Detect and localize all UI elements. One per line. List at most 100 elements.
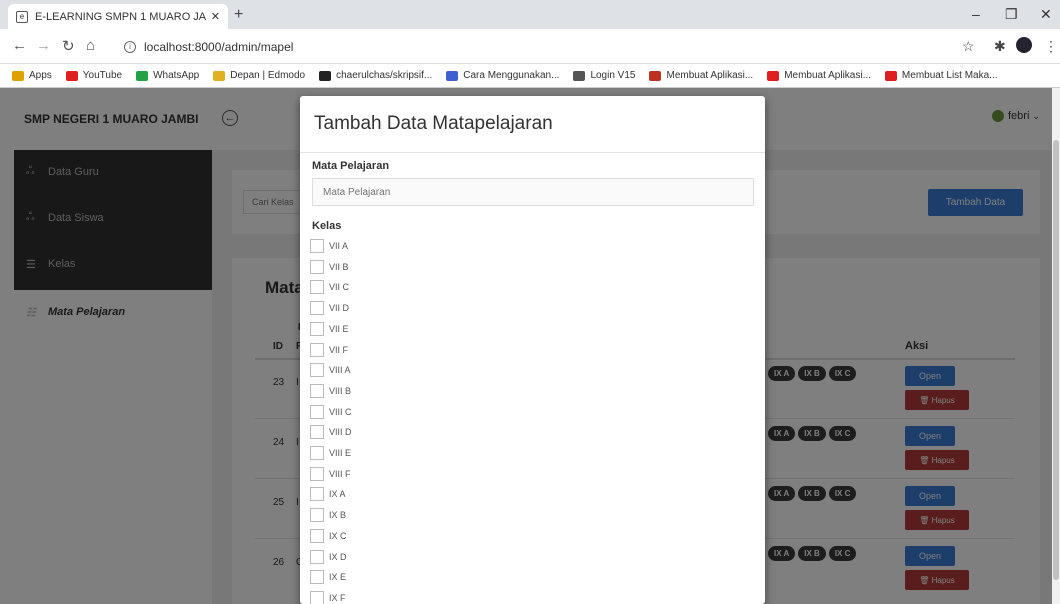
kelas-option-label: IX C (329, 530, 347, 541)
checkbox-box[interactable] (310, 280, 324, 295)
kelas-checkbox[interactable]: IX D (310, 549, 347, 565)
bookmark-label: Membuat List Maka... (901, 70, 998, 81)
tab-title: E-LEARNING SMPN 1 MUARO JA (35, 10, 207, 23)
bookmark-icon (65, 70, 78, 81)
checkbox-box[interactable] (310, 301, 324, 316)
bookmark-icon (213, 70, 226, 81)
kelas-option-label: VII E (329, 323, 349, 334)
bookmark-label: WhatsApp (153, 70, 200, 81)
add-subject-modal: Tambah Data Matapelajaran Mata Pelajaran… (300, 96, 765, 604)
kelas-checkbox[interactable]: VIII B (310, 383, 351, 399)
checkbox-box[interactable] (310, 342, 324, 357)
kelas-checkbox[interactable]: IX E (310, 569, 346, 585)
home-icon[interactable]: ⌂ (86, 37, 95, 54)
checkbox-box[interactable] (310, 570, 324, 585)
close-window-icon[interactable]: ✕ (1040, 6, 1052, 23)
kelas-checkbox[interactable]: VIII D (310, 424, 352, 440)
scrollbar-thumb[interactable] (1053, 140, 1059, 580)
checkbox-box[interactable] (310, 383, 324, 398)
minimize-icon[interactable]: – (972, 6, 980, 22)
kelas-checkbox[interactable]: VII B (310, 259, 349, 275)
checkbox-box[interactable] (310, 549, 324, 564)
bookmark-item[interactable]: Membuat List Maka... (884, 70, 998, 81)
bookmark-item[interactable]: YouTube (65, 70, 123, 81)
kelas-option-label: IX B (329, 510, 347, 521)
bookmark-label: Login V15 (590, 70, 636, 81)
close-tab-icon[interactable]: ✕ (211, 10, 220, 23)
checkbox-box[interactable] (310, 590, 324, 604)
kelas-checkbox[interactable]: VIII A (310, 362, 351, 378)
kelas-checkbox[interactable]: IX C (310, 528, 347, 544)
bookmark-label: Depan | Edmodo (230, 70, 306, 81)
bookmarks-bar: Apps YouTube WhatsApp Depan | Edmodo chaerul… (0, 64, 1060, 88)
kelas-checkbox[interactable]: IX A (310, 486, 346, 502)
bookmark-label: Apps (29, 70, 52, 81)
bookmark-item[interactable]: Login V15 (573, 70, 635, 81)
bookmark-item[interactable]: WhatsApp (136, 70, 199, 81)
kelas-checkbox[interactable]: VIII E (310, 445, 351, 461)
restore-icon[interactable]: ❐ (1005, 6, 1018, 23)
checkbox-box[interactable] (310, 425, 324, 440)
back-icon[interactable]: ← (12, 37, 27, 54)
checkbox-box[interactable] (310, 446, 324, 460)
bookmark-label: YouTube (82, 70, 123, 81)
checkbox-box[interactable] (310, 363, 324, 378)
checkbox-box[interactable] (310, 466, 324, 481)
kelas-checkbox[interactable]: VII A (310, 238, 348, 254)
reload-icon[interactable]: ↻ (62, 37, 75, 55)
url-field[interactable]: i localhost:8000/admin/mapel (118, 34, 950, 59)
bookmark-label: Membuat Aplikasi... (666, 70, 754, 81)
bookmark-item[interactable]: Cara Menggunakan... (446, 70, 559, 81)
bookmark-label: Cara Menggunakan... (463, 70, 560, 81)
bookmark-label: Membuat Aplikasi... (784, 70, 871, 81)
checkbox-box[interactable] (310, 321, 324, 336)
kelas-checkbox[interactable]: IX B (310, 507, 346, 523)
kelas-option-label: VIII B (329, 385, 352, 396)
kelas-checkbox[interactable]: VIII F (310, 466, 351, 482)
new-tab-button[interactable]: + (234, 6, 243, 24)
kelas-option-label: VIII D (329, 427, 352, 438)
mapel-input[interactable] (312, 178, 754, 206)
kelas-checkbox[interactable]: VII D (310, 300, 349, 316)
checkbox-box[interactable] (310, 487, 324, 502)
kelas-checkbox[interactable]: VII C (310, 279, 349, 295)
checkbox-box[interactable] (310, 404, 324, 419)
modal-divider (300, 152, 765, 153)
bookmark-icon (884, 70, 897, 81)
kelas-option-label: VII D (329, 303, 350, 314)
kelas-checkbox[interactable]: IX F (310, 590, 346, 604)
bookmark-icon (136, 70, 149, 81)
kelas-option-label: VIII E (329, 448, 352, 458)
checkbox-box[interactable] (310, 508, 324, 523)
kelas-checkbox[interactable]: VII F (310, 342, 348, 358)
modal-title: Tambah Data Matapelajaran (314, 113, 553, 134)
kelas-option-label: VII F (329, 344, 349, 355)
bookmark-item[interactable]: Apps (12, 70, 52, 81)
kelas-option-label: VIII A (329, 365, 351, 376)
star-icon[interactable]: ☆ (962, 38, 975, 55)
kelas-option-label: VII C (329, 282, 350, 293)
checkbox-box[interactable] (310, 239, 324, 253)
kelas-label: Kelas (312, 220, 342, 232)
kelas-checkbox[interactable]: VIII C (310, 404, 352, 420)
browser-tab[interactable]: e E-LEARNING SMPN 1 MUARO JA ✕ (8, 4, 228, 29)
bookmark-icon (446, 70, 459, 81)
url-text: localhost:8000/admin/mapel (144, 39, 294, 54)
extensions-icon[interactable]: ✱ (994, 38, 1006, 55)
menu-icon[interactable]: ⋮ (1044, 38, 1058, 55)
forward-icon[interactable]: → (36, 37, 51, 54)
bookmark-item[interactable]: chaerulchas/skripsif... (319, 70, 432, 81)
checkbox-box[interactable] (310, 259, 324, 274)
bookmark-icon (12, 70, 24, 81)
kelas-checkbox[interactable]: VII E (310, 321, 349, 337)
bookmark-item[interactable]: Membuat Aplikasi... (767, 70, 871, 81)
info-icon[interactable]: i (124, 40, 136, 53)
bookmark-item[interactable]: Membuat Aplikasi... (649, 70, 753, 81)
kelas-option-label: IX E (329, 572, 347, 583)
checkbox-box[interactable] (310, 528, 324, 543)
kelas-option-label: IX D (329, 551, 347, 562)
kelas-option-label: VII B (329, 261, 349, 272)
profile-avatar[interactable] (1016, 37, 1032, 53)
bookmark-icon (649, 70, 662, 81)
bookmark-item[interactable]: Depan | Edmodo (213, 70, 305, 81)
